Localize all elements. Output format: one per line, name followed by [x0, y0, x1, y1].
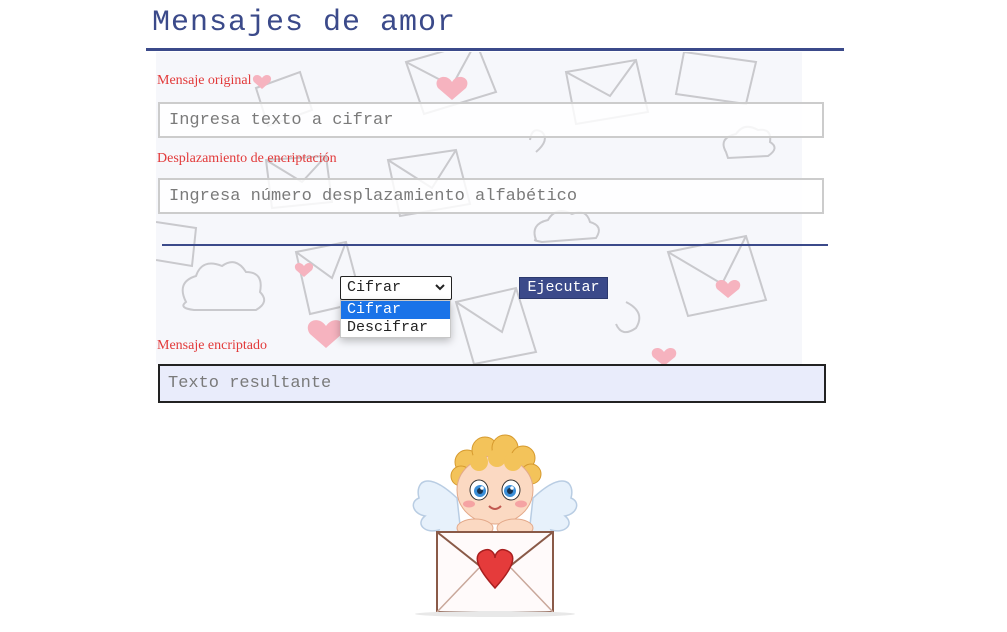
mode-select-value: Cifrar	[347, 279, 402, 296]
mode-select[interactable]: Cifrar	[340, 276, 452, 300]
mode-option-cifrar[interactable]: Cifrar	[341, 301, 450, 319]
page-title: Mensajes de amor	[152, 6, 457, 40]
mode-option-descifrar[interactable]: Descifrar	[341, 319, 450, 337]
original-message-label: Mensaje original	[157, 73, 252, 88]
title-divider	[146, 48, 844, 51]
result-output[interactable]	[158, 364, 826, 403]
run-button[interactable]: Ejecutar	[519, 277, 608, 299]
shift-input[interactable]	[158, 178, 824, 214]
section-divider	[162, 244, 828, 246]
mode-dropdown-list: Cifrar Descifrar	[340, 300, 451, 338]
shift-label: Desplazamiento de encriptación	[157, 151, 337, 166]
result-label: Mensaje encriptado	[157, 338, 268, 353]
chevron-down-icon	[435, 284, 445, 291]
cupid-envelope-illustration	[412, 434, 578, 617]
original-message-input[interactable]	[158, 102, 824, 138]
